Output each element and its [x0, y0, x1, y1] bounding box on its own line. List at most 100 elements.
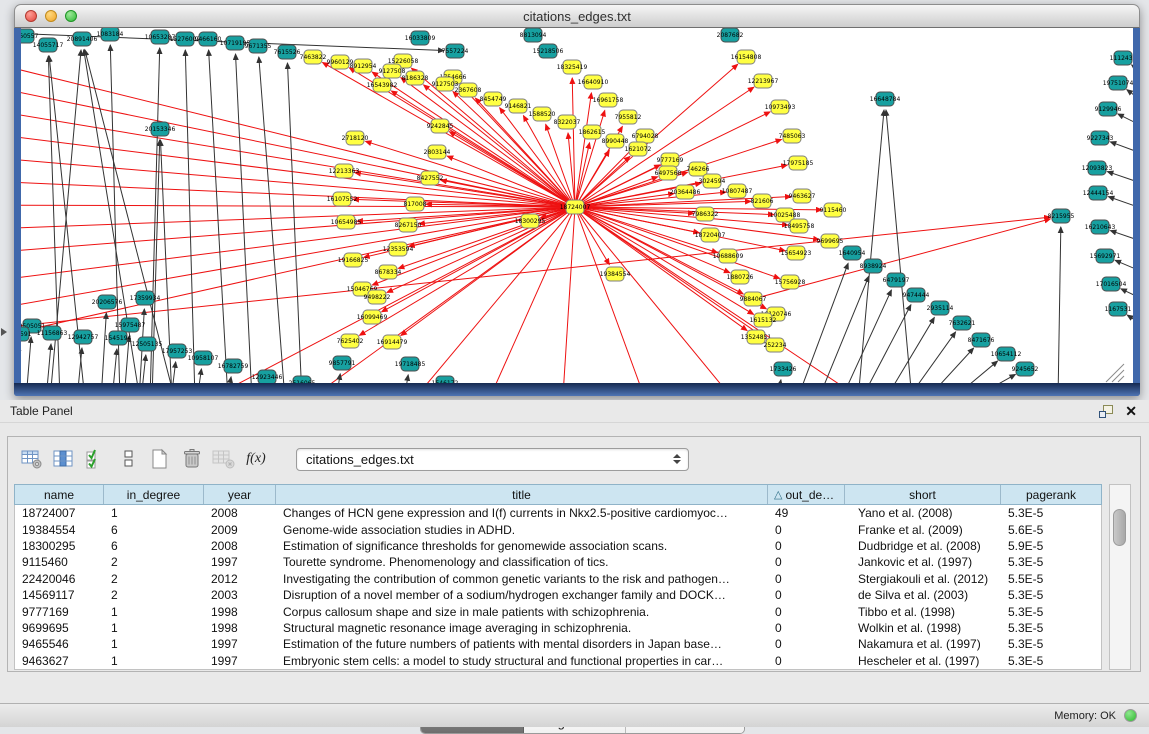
citation-edge-red[interactable]	[21, 207, 575, 285]
column-header-pagerank[interactable]: pagerank	[1001, 485, 1101, 504]
citation-edge-black[interactable]	[1058, 227, 1061, 383]
column-header-title[interactable]: title	[276, 485, 768, 504]
table-row[interactable]: 969969511998Structural magnetic resonanc…	[15, 620, 1101, 636]
graph-node[interactable]: 10654985	[331, 215, 362, 229]
graph-node[interactable]: 9699695	[817, 234, 844, 248]
citation-edge-black[interactable]	[1108, 197, 1133, 207]
graph-node[interactable]: 16033809	[405, 31, 436, 45]
citation-edge-red[interactable]	[575, 207, 788, 225]
table-row[interactable]: 1830029562008Estimation of significance …	[15, 538, 1101, 554]
canvas-resize-hatch[interactable]	[1106, 364, 1124, 382]
citation-edge-red[interactable]	[475, 98, 575, 207]
graph-node[interactable]: 16648784	[870, 92, 901, 106]
citation-edge-black[interactable]	[926, 348, 974, 383]
graph-node[interactable]: 16107552	[327, 192, 358, 206]
graph-node[interactable]: 17359934	[130, 291, 161, 305]
graph-node[interactable]: 20153346	[145, 122, 176, 136]
citation-edge-red[interactable]	[21, 130, 575, 207]
citation-edge-black[interactable]	[404, 375, 408, 383]
graph-node[interactable]: 9129946	[1095, 102, 1122, 116]
graph-node[interactable]: 8186328	[402, 71, 429, 85]
graph-node[interactable]: 1862615	[579, 125, 606, 139]
graph-node[interactable]: 9857791	[329, 356, 356, 370]
vertical-scrollbar[interactable]	[1109, 484, 1131, 670]
citation-edge-red[interactable]	[560, 207, 575, 383]
graph-node[interactable]: 9474444	[903, 288, 930, 302]
graph-node[interactable]: 10654112	[991, 347, 1022, 361]
citation-edge-red[interactable]	[449, 132, 575, 207]
table-settings-icon[interactable]	[18, 445, 46, 473]
column-header-in-degree[interactable]: in_degree	[104, 485, 204, 504]
delete-table-icon[interactable]	[210, 445, 238, 473]
scrollbar-thumb[interactable]	[1113, 509, 1126, 546]
graph-node[interactable]: 6479197	[883, 273, 910, 287]
citation-edge-black[interactable]	[1127, 90, 1133, 98]
graph-node[interactable]: 8215955	[1048, 209, 1075, 223]
show-columns-checklist-icon[interactable]	[82, 445, 110, 473]
citation-edge-black[interactable]	[861, 305, 911, 383]
graph-node[interactable]: 19751074	[1103, 76, 1133, 90]
graph-node[interactable]: 2718120	[342, 131, 369, 145]
table-row[interactable]: 1456911722003Disruption of a novel membe…	[15, 587, 1101, 603]
graph-node[interactable]: 2087682	[717, 28, 744, 42]
citation-edge-black[interactable]	[1132, 65, 1133, 70]
graph-node[interactable]: 821606	[751, 194, 774, 208]
graph-node[interactable]: 252234	[764, 338, 787, 352]
citation-edge-black[interactable]	[1115, 260, 1133, 270]
network-graph-canvas[interactable]: 1872400774638229960129891295415226058912…	[21, 28, 1133, 383]
graph-node[interactable]: 14055717	[33, 38, 64, 52]
graph-node[interactable]: 9115460	[820, 203, 847, 217]
citation-edge-black[interactable]	[1107, 172, 1133, 182]
graph-node[interactable]: 1112433	[1110, 51, 1133, 65]
graph-node[interactable]: 7463822	[300, 50, 327, 64]
graph-node[interactable]: 1167531	[1105, 302, 1132, 316]
column-header-out-degree[interactable]: △out_de…	[768, 485, 845, 504]
citation-edge-black[interactable]	[951, 361, 998, 383]
citation-edge-red[interactable]	[21, 55, 575, 207]
citation-edge-red[interactable]	[470, 207, 575, 383]
graph-node[interactable]: 7625402	[337, 334, 364, 348]
graph-node[interactable]: 2935114	[927, 301, 954, 315]
graph-node[interactable]: 2803144	[424, 145, 451, 159]
citation-edge-black[interactable]	[1127, 315, 1133, 322]
table-row[interactable]: 2242004622012Investigating the contribut…	[15, 571, 1101, 587]
graph-node[interactable]: 8813094	[520, 28, 547, 42]
citation-edge-red[interactable]	[575, 143, 590, 207]
graph-node[interactable]: 15756928	[775, 275, 806, 289]
citation-edge-black[interactable]	[886, 110, 912, 383]
citation-edge-black[interactable]	[185, 50, 195, 383]
column-header-name[interactable]: name	[15, 485, 104, 504]
graph-node[interactable]: 18720407	[695, 228, 726, 242]
table-row[interactable]: 977716911998Corpus callosum shape and si…	[15, 603, 1101, 619]
citation-edge-black[interactable]	[171, 362, 176, 383]
graph-node[interactable]: 7632621	[949, 316, 976, 330]
graph-node[interactable]: 10688609	[713, 249, 744, 263]
column-header-year[interactable]: year	[204, 485, 276, 504]
citation-edge-black[interactable]	[1110, 142, 1133, 152]
graph-node[interactable]: 817008	[404, 197, 427, 211]
graph-node[interactable]: 20891406	[67, 32, 98, 46]
graph-node[interactable]: 15975487	[115, 318, 146, 332]
table-row[interactable]: 1872400712008Changes of HCN gene express…	[15, 505, 1101, 521]
graph-node[interactable]: 16154808	[731, 50, 762, 64]
citation-edge-black[interactable]	[1110, 231, 1133, 240]
graph-node[interactable]: 12213967	[748, 74, 779, 88]
graph-node[interactable]: 12923446	[252, 370, 283, 383]
graph-node[interactable]: 1545194	[105, 331, 132, 345]
graph-node[interactable]: 19718485	[395, 357, 426, 371]
citation-edge-black[interactable]	[1118, 114, 1133, 124]
citation-edge-black[interactable]	[259, 57, 285, 383]
graph-node[interactable]: 9245652	[1012, 362, 1039, 376]
citation-edge-black[interactable]	[150, 48, 160, 383]
graph-node[interactable]: 1546172	[432, 376, 459, 383]
graph-node[interactable]: 16640910	[578, 75, 609, 89]
graph-node[interactable]: 1640954	[839, 246, 866, 260]
float-panel-icon[interactable]	[1099, 405, 1113, 418]
function-builder-icon[interactable]: f(x)	[242, 445, 270, 473]
citation-edge-black[interactable]	[197, 369, 201, 383]
graph-node[interactable]: 1621072	[625, 142, 652, 156]
graph-node[interactable]: 1880726	[727, 270, 754, 284]
graph-node[interactable]: 9463627	[789, 189, 816, 203]
graph-node[interactable]: 8471676	[968, 333, 995, 347]
close-panel-icon[interactable]: ✕	[1125, 404, 1137, 418]
